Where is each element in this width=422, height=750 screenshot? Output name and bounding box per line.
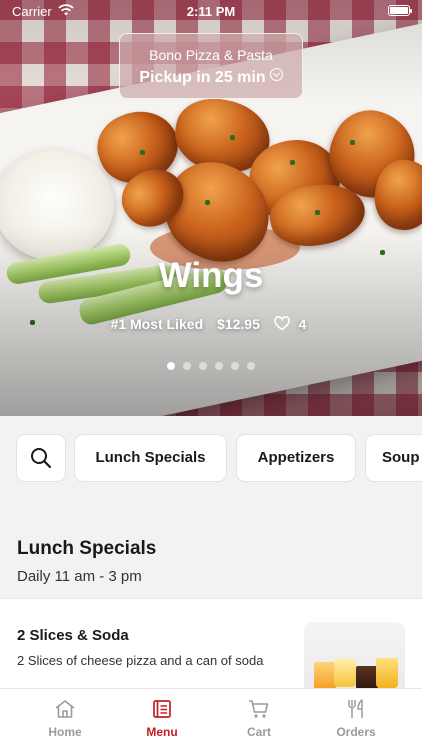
menu-section-header: Lunch Specials Daily 11 am - 3 pm xyxy=(0,500,422,598)
battery-icon xyxy=(388,5,412,16)
category-chip-lunch-specials[interactable]: Lunch Specials xyxy=(74,434,227,482)
fork-knife-icon xyxy=(348,699,363,718)
featured-item-title: Wings xyxy=(158,256,264,295)
carousel-dot[interactable] xyxy=(183,362,191,370)
drink-image xyxy=(376,658,398,688)
carousel-dot[interactable] xyxy=(247,362,255,370)
featured-price: $12.95 xyxy=(217,316,260,332)
category-bar: Lunch Specials Appetizers Soup xyxy=(0,416,422,500)
tab-label: Home xyxy=(48,725,82,739)
tab-home[interactable]: Home xyxy=(17,689,113,750)
like-button[interactable]: 4 xyxy=(273,316,312,332)
cart-icon xyxy=(249,700,269,718)
drink-image xyxy=(334,659,356,687)
pickup-time-label: Pickup in 25 min xyxy=(139,69,266,86)
tab-label: Menu xyxy=(146,725,178,739)
drink-image xyxy=(356,666,378,690)
tab-orders[interactable]: Orders xyxy=(308,689,404,750)
clock-label: 2:11 PM xyxy=(186,4,236,19)
like-count: 4 xyxy=(298,316,307,332)
menu-item-card[interactable]: 2 Slices & Soda 2 Slices of cheese pizza… xyxy=(0,598,422,690)
bottom-tab-bar: Home Menu Cart Orders xyxy=(0,688,422,750)
store-pickup-selector[interactable]: Bono Pizza & Pasta Pickup in 25 min xyxy=(119,33,303,99)
menu-item-image xyxy=(304,622,405,690)
tab-label: Cart xyxy=(246,725,271,739)
search-button[interactable] xyxy=(16,434,66,482)
carousel-dot[interactable] xyxy=(231,362,239,370)
tab-menu[interactable]: Menu xyxy=(114,689,210,750)
tab-cart[interactable]: Cart xyxy=(211,689,307,750)
featured-rank: #1 Most Liked xyxy=(110,316,204,332)
carousel-dot[interactable] xyxy=(167,362,175,370)
carousel-dot[interactable] xyxy=(199,362,207,370)
section-hours: Daily 11 am - 3 pm xyxy=(17,568,142,585)
tab-label: Orders xyxy=(336,725,376,739)
search-icon xyxy=(31,448,52,469)
carousel-indicator[interactable] xyxy=(0,357,422,375)
featured-item-meta: #1 Most Liked $12.95 4 xyxy=(0,316,422,332)
category-chip-appetizers[interactable]: Appetizers xyxy=(236,434,356,482)
drink-image xyxy=(314,662,336,690)
carousel-dot[interactable] xyxy=(215,362,223,370)
menu-item-name: 2 Slices & Soda xyxy=(17,627,129,644)
store-name: Bono Pizza & Pasta xyxy=(149,47,273,63)
menu-item-description: 2 Slices of cheese pizza and a can of so… xyxy=(17,653,264,668)
home-icon xyxy=(55,700,75,718)
menu-icon xyxy=(153,700,171,718)
chevron-down-icon xyxy=(269,68,283,81)
section-title: Lunch Specials xyxy=(17,538,157,559)
category-chip-soup[interactable]: Soup xyxy=(365,434,422,482)
featured-item-banner[interactable]: Carrier 2:11 PM Bono Pizza & Pasta Picku… xyxy=(0,0,422,416)
status-bar: Carrier 2:11 PM xyxy=(0,0,422,22)
heart-icon xyxy=(273,316,290,331)
